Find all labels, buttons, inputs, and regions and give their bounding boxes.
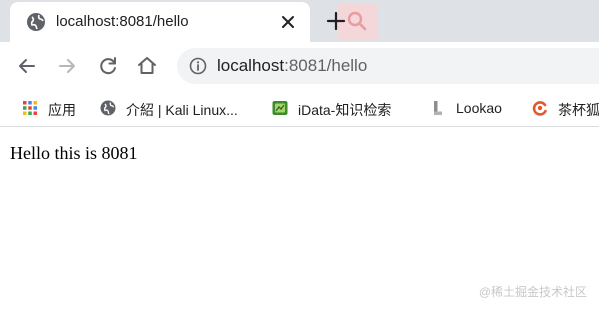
search-icon — [347, 11, 367, 31]
tab-active[interactable]: localhost:8081/hello — [10, 2, 310, 42]
url-host: localhost — [217, 56, 285, 75]
globe-icon — [27, 13, 45, 31]
new-tab-button[interactable] — [324, 9, 348, 33]
url-text: localhost:8081/hello — [217, 56, 367, 76]
bookmark-label: Lookao — [456, 100, 502, 116]
bookmark-label: 介紹 | Kali Linux... — [126, 102, 238, 118]
bookmark-label: 应用 — [48, 102, 76, 118]
arrow-right-icon[interactable] — [55, 54, 79, 78]
apps-grid-icon — [23, 101, 37, 115]
page-body-text: Hello this is 8081 — [10, 143, 138, 163]
tab-strip: localhost:8081/hello — [0, 0, 599, 42]
watermark: @稀土掘金技术社区 — [478, 285, 587, 299]
bookmark-label: iData-知识检索 — [298, 102, 392, 118]
browser-window: localhost:8081/hello localhost:8081/hell… — [0, 0, 599, 309]
arrow-left-icon[interactable] — [15, 54, 39, 78]
page-content: Hello this is 8081 @稀土掘金技术社区 — [0, 127, 599, 309]
globe-icon — [100, 100, 116, 116]
bookmark-label: 茶杯狐 — [558, 102, 599, 118]
idata-icon — [272, 101, 288, 115]
reload-icon[interactable] — [96, 54, 120, 78]
chabeihu-icon — [532, 101, 547, 116]
lookao-icon — [434, 101, 442, 115]
url-path: :8081/hello — [284, 56, 368, 75]
tab-title: localhost:8081/hello — [56, 13, 189, 30]
info-icon[interactable] — [189, 57, 207, 75]
close-icon[interactable] — [278, 12, 298, 32]
address-bar[interactable]: localhost:8081/hello — [177, 48, 599, 84]
toolbar: localhost:8081/hello — [0, 42, 599, 90]
home-icon[interactable] — [135, 54, 159, 78]
bookmarks-bar: 应用 介紹 | Kali Linux... iData-知识检索 Lookao … — [0, 90, 599, 127]
